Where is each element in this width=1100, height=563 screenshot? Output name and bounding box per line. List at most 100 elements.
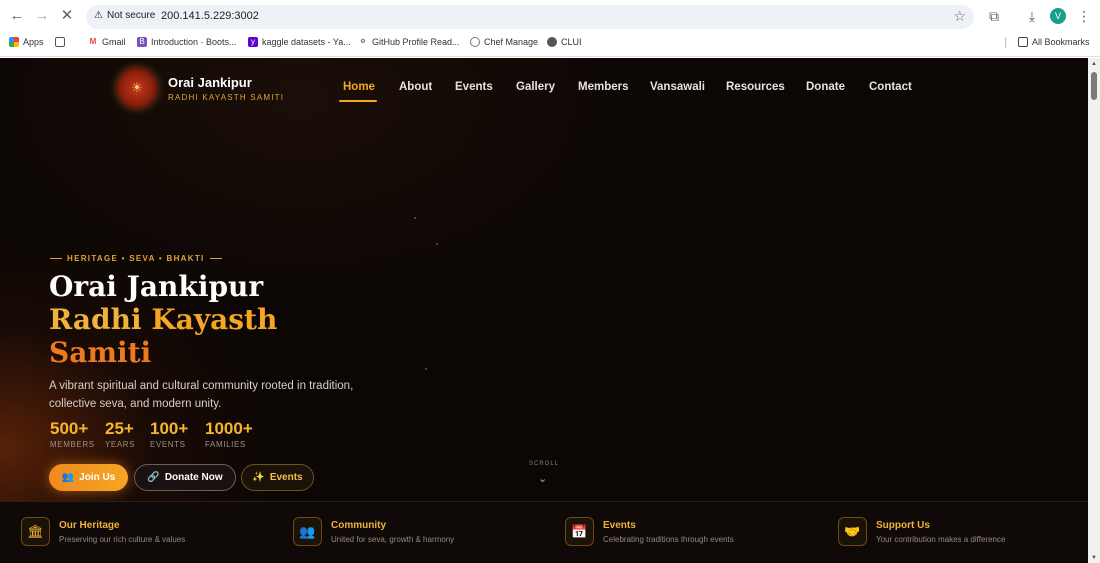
people-icon: 👥 [293,517,322,546]
feature-desc: United for seva, growth & harmony [331,535,455,544]
folder-icon [1018,37,1028,47]
nav-about[interactable]: About [399,81,432,93]
grid-icon [55,37,65,47]
feature-desc: Your contribution makes a difference [876,535,1006,544]
kicker-line-right [209,258,222,259]
kicker-text: HERITAGE • SEVA • BHAKTI [67,254,205,263]
hero-title-word: Kayasth [151,303,278,336]
stat-value: 100+ [150,419,189,438]
globe-icon [547,37,557,47]
bookmark-kaggle[interactable]: y kaggle datasets - Ya... [248,37,351,47]
profile-avatar[interactable]: V [1050,8,1066,24]
bookmark-clui[interactable]: CLUI [547,37,582,47]
stat-value: 25+ [105,419,134,438]
stop-loading-icon[interactable]: ✕ [58,7,76,25]
nav-home[interactable]: Home [343,81,375,93]
feature-title: Community [331,520,386,531]
bootstrap-icon: B [137,37,147,47]
feature-desc: Celebrating traditions through events [603,535,734,544]
chevron-down-icon[interactable]: ⌄ [538,472,547,485]
bookmark-label: Chef Manage [484,37,539,47]
nav-gallery[interactable]: Gallery [516,81,555,93]
feature-title: Support Us [876,520,930,531]
yahoo-icon: y [248,37,258,47]
scrollbar-thumb[interactable] [1091,72,1097,100]
bookmark-github[interactable]: ⚙ GitHub Profile Read... [358,37,460,47]
bookmark-label: GitHub Profile Read... [372,37,460,47]
feature-title: Our Heritage [59,520,120,531]
stat-value: 1000+ [205,419,253,438]
bookmarks-bar: Apps M Gmail B Introduction · Boots... y… [0,33,1100,57]
bookmark-label: Introduction · Boots... [151,37,237,47]
apps-grid-icon [9,37,19,47]
nav-members[interactable]: Members [578,81,629,93]
bookmark-chef[interactable]: Chef Manage [470,37,538,47]
page-scrollbar[interactable]: ▲ ▼ [1088,58,1100,563]
gmail-icon: M [88,37,98,47]
deity-emblem-icon: ☀ [131,80,143,95]
nav-active-underline [339,100,377,102]
feature-title: Events [603,520,636,531]
link-icon: 🔗 [147,472,160,483]
browser-toolbar: ← → ✕ ⚠ Not secure 200.141.5.229:3002 ☆ … [0,0,1100,33]
nav-resources[interactable]: Resources [726,81,785,93]
site-logo[interactable]: ☀ [116,67,158,109]
hero-title-line3: Samiti [49,336,152,369]
scroll-up-arrow-icon[interactable]: ▲ [1091,61,1097,67]
all-bookmarks[interactable]: All Bookmarks [1018,37,1090,47]
nav-donate[interactable]: Donate [806,81,845,93]
stat-years: 25+ YEARS [105,419,135,449]
all-bookmarks-label: All Bookmarks [1032,37,1090,47]
button-label: Join Us [79,472,116,483]
bookmark-bootstrap[interactable]: B Introduction · Boots... [137,37,237,47]
stat-events: 100+ EVENTS [150,419,188,449]
temple-icon: 🏛 [21,517,50,546]
kicker-line-left [50,258,62,259]
stat-members: 500+ MEMBERS [50,419,95,449]
sparkles-icon: ✨ [252,472,265,483]
brand-name[interactable]: Orai Jankipur [168,75,252,90]
nav-vansawali[interactable]: Vansawali [650,81,705,93]
stat-families: 1000+ FAMILIES [205,419,253,449]
address-bar[interactable]: ⚠ Not secure 200.141.5.229:3002 ☆ [86,5,974,29]
button-label: Events [269,472,303,483]
nav-contact[interactable]: Contact [869,81,912,93]
warning-triangle-icon: ⚠ [94,10,103,21]
hero-title-word: Radhi [49,303,142,336]
hero-title-line1: Orai Jankipur [49,270,264,303]
stat-label: EVENTS [150,440,186,449]
scroll-down-arrow-icon[interactable]: ▼ [1091,555,1097,561]
url-text[interactable]: 200.141.5.229:3002 [161,10,259,22]
bookmark-apps[interactable]: Apps [9,37,44,47]
particle [414,217,416,219]
hero-kicker: HERITAGE • SEVA • BHAKTI [50,254,222,263]
hand-heart-icon: 🤝 [838,517,867,546]
back-arrow-icon[interactable]: ← [8,7,26,25]
github-readme-icon: ⚙ [358,37,368,47]
download-icon[interactable]: ⤓ [1023,7,1041,25]
security-indicator[interactable]: ⚠ Not secure [94,10,155,21]
join-us-button[interactable]: 👥 Join Us [49,464,128,491]
security-label: Not secure [106,10,156,21]
globe-icon [470,37,480,47]
bookmark-star-icon[interactable]: ☆ [953,8,966,25]
scroll-label: SCROLL [529,461,560,467]
events-button[interactable]: ✨ Events [241,464,314,491]
stat-value: 500+ [50,419,89,438]
button-label: Donate Now [164,472,223,483]
bookmarks-separator: | [1004,35,1008,49]
bookmark-label: kaggle datasets - Ya... [262,37,351,47]
hero-lead: A vibrant spiritual and cultural communi… [49,380,354,410]
menu-kebab-icon[interactable]: ⋮ [1075,7,1093,25]
extensions-puzzle-icon[interactable]: ⧉ [985,7,1003,25]
page-viewport: ☀ Orai Jankipur RADHI KAYASTH SAMITI Hom… [0,58,1088,563]
brand-subtitle: RADHI KAYASTH SAMITI [168,93,285,102]
bookmark-gmail[interactable]: M Gmail [88,37,126,47]
donate-now-button[interactable]: 🔗 Donate Now [134,464,236,491]
forward-arrow-icon[interactable]: → [33,7,51,25]
bookmark-grid[interactable] [55,37,65,47]
calendar-icon: 📅 [565,517,594,546]
hero-title-line2: Radhi Kayasth [49,303,277,336]
nav-events[interactable]: Events [455,81,493,93]
bookmark-label: Gmail [102,37,126,47]
